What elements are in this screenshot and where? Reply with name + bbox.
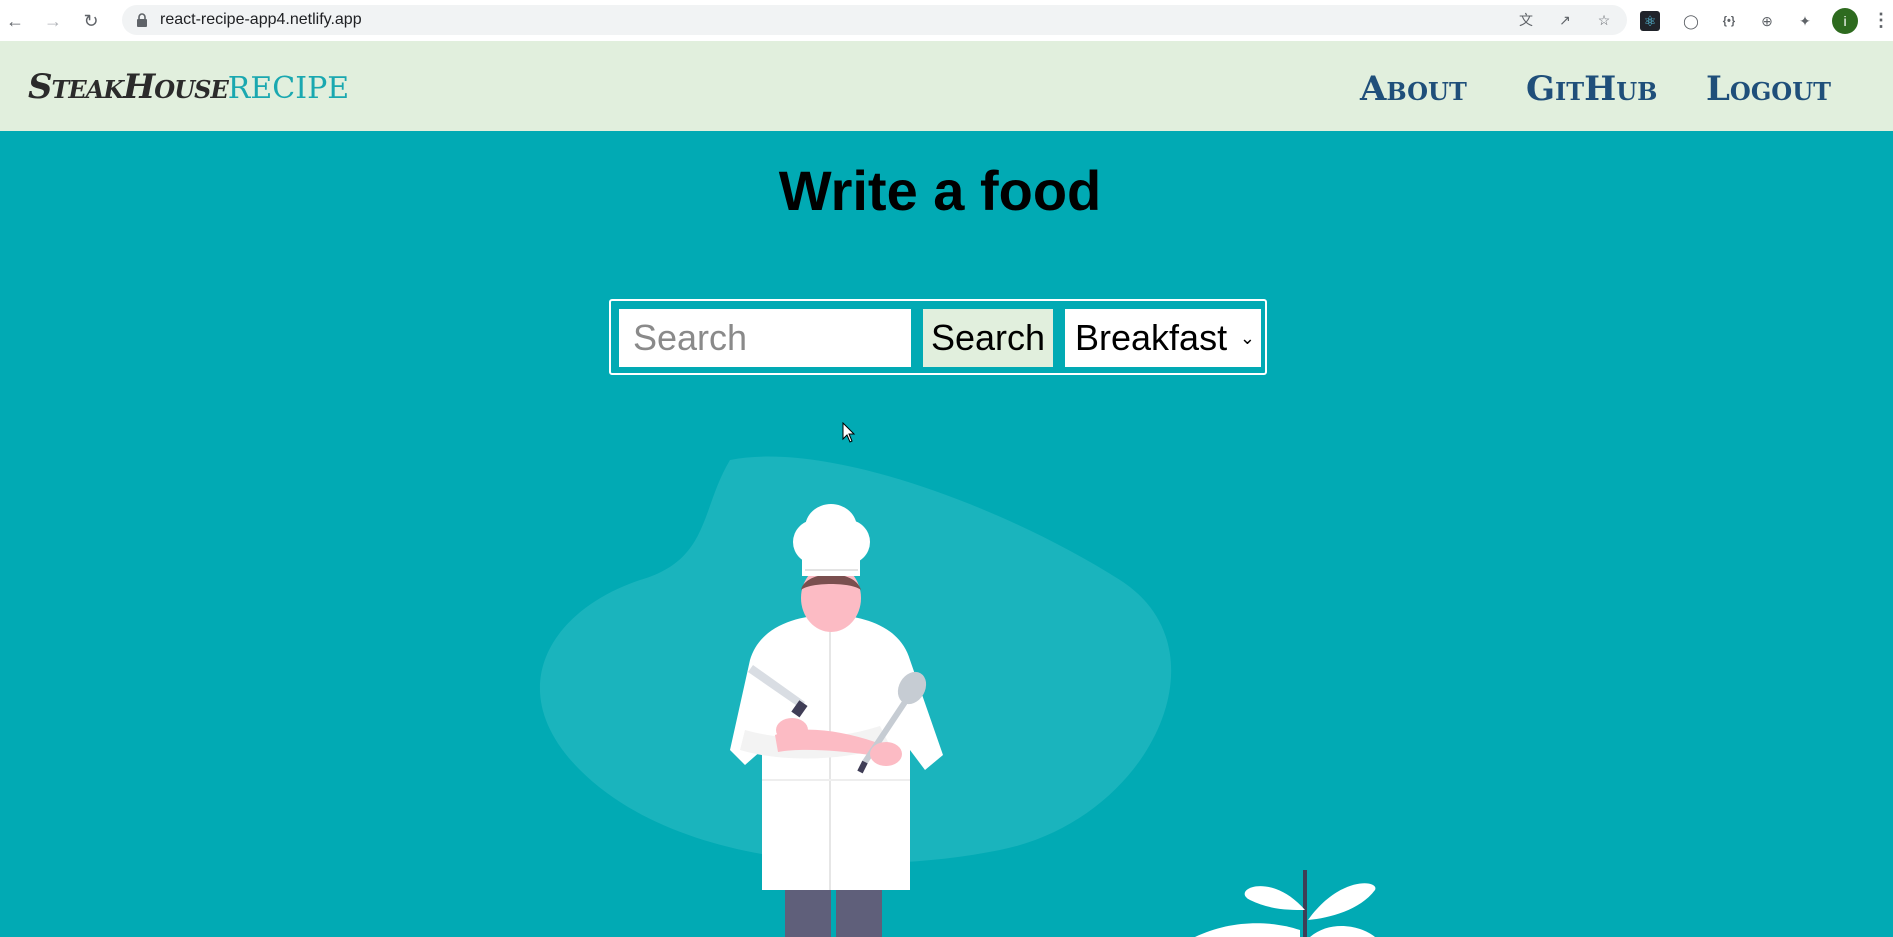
reload-icon[interactable]: ↻ bbox=[80, 10, 102, 32]
browser-toolbar: ← → ↻ react-recipe-app4.netlify.app 文 ↗ … bbox=[0, 0, 1893, 42]
puzzle-icon[interactable]: ✦ bbox=[1794, 10, 1816, 32]
code-icon[interactable]: ⊕ bbox=[1756, 10, 1778, 32]
nav-link-logout[interactable]: Logout bbox=[1706, 69, 1831, 109]
brand-primary: SteakHouse bbox=[28, 67, 229, 107]
share-icon[interactable]: ↗ bbox=[1556, 11, 1574, 29]
nav-link-about[interactable]: About bbox=[1360, 69, 1467, 109]
address-bar[interactable]: react-recipe-app4.netlify.app 文 ↗ ☆ bbox=[122, 5, 1627, 35]
nav-link-github[interactable]: GitHub bbox=[1526, 69, 1657, 109]
brand-secondary: RECIPE bbox=[227, 71, 350, 106]
menu-icon[interactable]: ⋮ bbox=[1872, 9, 1890, 31]
json-icon[interactable]: {•} bbox=[1718, 10, 1740, 32]
translate-icon[interactable]: 文 bbox=[1517, 11, 1535, 29]
star-icon[interactable]: ☆ bbox=[1595, 11, 1613, 29]
search-input[interactable] bbox=[619, 309, 911, 367]
search-form: Search Breakfast ⌄ bbox=[609, 299, 1267, 375]
extension-icon[interactable]: ◯ bbox=[1680, 10, 1702, 32]
url-text: react-recipe-app4.netlify.app bbox=[160, 11, 362, 28]
react-devtools-icon[interactable]: ⚛ bbox=[1640, 11, 1660, 31]
profile-avatar[interactable]: i bbox=[1832, 8, 1858, 34]
mouse-cursor-icon bbox=[842, 422, 856, 443]
brand-logo[interactable]: SteakHouseRECIPE bbox=[28, 67, 349, 107]
forward-icon[interactable]: → bbox=[42, 10, 64, 32]
lock-icon bbox=[137, 13, 147, 27]
search-button[interactable]: Search bbox=[923, 309, 1053, 367]
app-navbar: SteakHouseRECIPE About GitHub Logout bbox=[0, 41, 1893, 131]
back-icon[interactable]: ← bbox=[4, 10, 26, 32]
chevron-down-icon: ⌄ bbox=[1239, 328, 1255, 348]
category-selected-value: Breakfast bbox=[1075, 317, 1228, 358]
page-title: Write a food bbox=[778, 159, 1102, 222]
category-select[interactable]: Breakfast ⌄ bbox=[1065, 309, 1261, 367]
chef-illustration bbox=[539, 456, 1376, 937]
